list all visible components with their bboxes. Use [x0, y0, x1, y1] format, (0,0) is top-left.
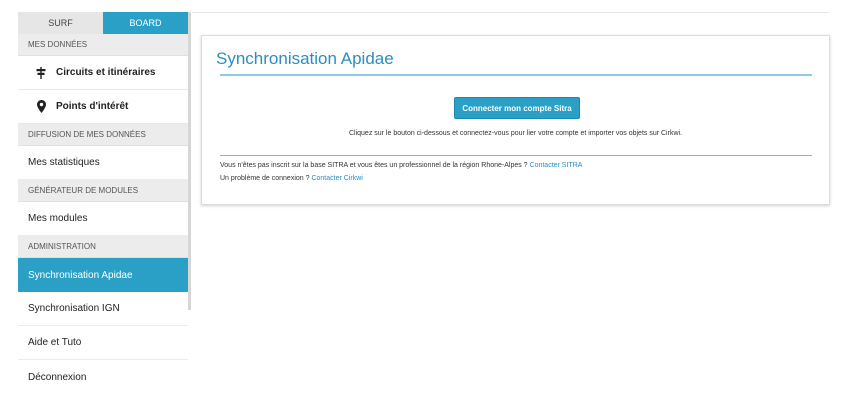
help-text-cirkwi: Un problème de connexion ?: [220, 175, 312, 182]
sidebar-item-aide[interactable]: Aide et Tuto: [18, 326, 188, 360]
help-text-sitra: Vous n'êtes pas inscrit sur la base SITR…: [220, 162, 530, 169]
sidebar-item-apidae[interactable]: Synchronisation Apidae: [18, 258, 188, 292]
tab-bar: SURF BOARD: [18, 12, 188, 34]
section-header-diffusion: DIFFUSION DE MES DONNÉES: [18, 124, 188, 146]
section-header-generateur: GÉNÉRATEUR DE MODULES: [18, 180, 188, 202]
sidebar-item-points[interactable]: Points d'intérêt: [18, 90, 188, 124]
section-header-administration: ADMINISTRATION: [18, 236, 188, 258]
sidebar-item-stats[interactable]: Mes statistiques: [18, 146, 188, 180]
sync-panel: Synchronisation Apidae Connecter mon com…: [201, 35, 830, 205]
tab-surf[interactable]: SURF: [18, 12, 103, 34]
title-divider: [220, 74, 812, 76]
content-divider: [220, 155, 812, 156]
connect-sitra-button[interactable]: Connecter mon compte Sitra: [454, 97, 580, 119]
page-title: Synchronisation Apidae: [216, 49, 394, 68]
sidebar-item-modules[interactable]: Mes modules: [18, 202, 188, 236]
contact-cirkwi-link[interactable]: Contacter Cirkwi: [311, 175, 362, 182]
map-pin-icon: [32, 100, 50, 113]
help-line-sitra: Vous n'êtes pas inscrit sur la base SITR…: [220, 162, 582, 169]
header-divider: [192, 12, 829, 13]
sidebar-item-label: Circuits et itinéraires: [56, 67, 156, 78]
sidebar-scrollbar[interactable]: [188, 12, 191, 310]
section-header-mes-donnees: MES DONNÉES: [18, 34, 188, 56]
sidebar-item-label: Points d'intérêt: [56, 101, 129, 112]
sidebar-item-logout[interactable]: Déconnexion: [18, 360, 188, 394]
help-line-cirkwi: Un problème de connexion ? Contacter Cir…: [220, 175, 363, 182]
signpost-icon: [32, 66, 50, 79]
sidebar: SURF BOARD MES DONNÉES Circuits et itiné…: [18, 12, 188, 394]
tab-board[interactable]: BOARD: [103, 12, 188, 34]
contact-sitra-link[interactable]: Contacter SITRA: [530, 162, 583, 169]
sidebar-item-ign[interactable]: Synchronisation IGN: [18, 292, 188, 326]
sidebar-item-circuits[interactable]: Circuits et itinéraires: [18, 56, 188, 90]
instruction-text: Cliquez sur le bouton ci-dessous et conn…: [348, 130, 683, 137]
